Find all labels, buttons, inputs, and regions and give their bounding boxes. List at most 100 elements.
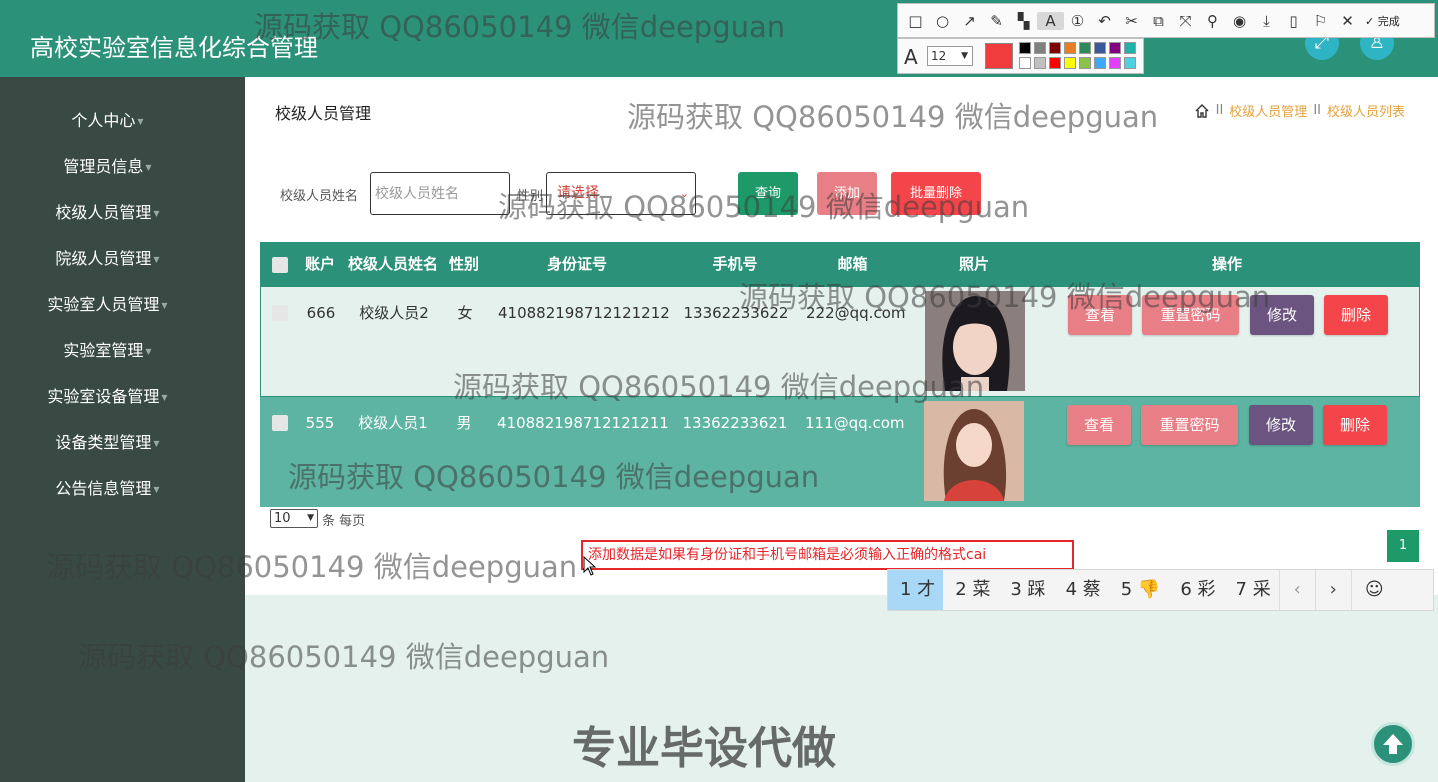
download-icon[interactable]: ⤓ — [1253, 12, 1280, 30]
color-swatch[interactable] — [1079, 57, 1091, 69]
color-swatch[interactable] — [1094, 57, 1106, 69]
color-swatch[interactable] — [1034, 57, 1046, 69]
mosaic-tool-icon[interactable]: ▚ — [1010, 12, 1037, 30]
name-search-input[interactable] — [370, 172, 510, 215]
ime-candidate[interactable]: 5 👎 — [1109, 570, 1169, 610]
font-size-select[interactable]: 12 ▼ — [927, 46, 973, 66]
cell-gender: 女 — [457, 304, 473, 322]
phone-icon[interactable]: ▯ — [1280, 12, 1307, 30]
undo-icon[interactable]: ↶ — [1091, 12, 1118, 30]
sidebar-item-announcements[interactable]: 公告信息管理 ▼ — [0, 474, 215, 504]
column-header-actions: 操作 — [1211, 255, 1242, 273]
query-button[interactable]: 查询 — [738, 172, 798, 215]
column-header-phone[interactable]: 手机号 — [680, 242, 790, 287]
delete-button[interactable]: 删除 — [1324, 295, 1388, 335]
ime-candidate[interactable]: 2 菜 — [943, 570, 998, 610]
breadcrumb-item-staff-list[interactable]: 校级人员列表 — [1327, 101, 1405, 120]
batch-delete-button[interactable]: 批量删除 — [891, 172, 981, 215]
edit-button[interactable]: 修改 — [1249, 405, 1313, 445]
color-swatch[interactable] — [1034, 42, 1046, 54]
sidebar-item-label: 公告信息管理 — [55, 479, 152, 498]
reset-password-button[interactable]: 重置密码 — [1142, 295, 1239, 335]
pen-tool-icon[interactable]: ✎ — [983, 12, 1010, 30]
arrow-tool-icon[interactable]: ↗ — [956, 12, 983, 30]
color-swatch[interactable] — [1049, 57, 1061, 69]
breadcrumb-item-staff-management[interactable]: 校级人员管理 — [1229, 101, 1307, 120]
sidebar-item-school-staff[interactable]: 校级人员管理 ▼ — [0, 198, 215, 228]
chevron-down-icon: ⌄ — [679, 187, 689, 200]
current-color-swatch[interactable] — [985, 43, 1013, 69]
bookmark-icon[interactable]: ⚐ — [1307, 12, 1334, 30]
color-swatch[interactable] — [1019, 57, 1031, 69]
caret-down-icon: ▼ — [153, 438, 160, 448]
color-swatch[interactable] — [1094, 42, 1106, 54]
color-swatch[interactable] — [1109, 42, 1121, 54]
color-swatch[interactable] — [1019, 42, 1031, 54]
text-tool-icon[interactable]: A — [1037, 11, 1064, 30]
ime-candidate[interactable]: 1 才 — [888, 570, 944, 610]
sidebar-item-label: 管理员信息 — [63, 157, 144, 176]
ime-candidate[interactable]: 4 蔡 — [1054, 570, 1109, 610]
sidebar-item-lab-staff[interactable]: 实验室人员管理 ▼ — [0, 290, 215, 320]
row-checkbox[interactable] — [272, 305, 288, 321]
color-swatch[interactable] — [1064, 42, 1076, 54]
ime-candidate[interactable]: 3 踩 — [998, 570, 1053, 610]
color-swatch[interactable] — [1124, 57, 1136, 69]
color-swatch[interactable] — [1109, 57, 1121, 69]
cell-phone: 13362233621 — [682, 414, 788, 432]
delete-button[interactable]: 删除 — [1323, 405, 1387, 445]
sidebar-item-label: 校级人员管理 — [55, 203, 152, 222]
ime-prev-page-icon[interactable]: ‹ — [1278, 570, 1315, 610]
edit-button[interactable]: 修改 — [1250, 295, 1314, 335]
view-button[interactable]: 查看 — [1068, 295, 1132, 335]
rectangle-tool-icon[interactable]: □ — [902, 12, 929, 30]
color-swatch[interactable] — [1079, 42, 1091, 54]
ime-emoji-icon[interactable]: ☺ — [1350, 570, 1397, 610]
column-header-email[interactable]: 邮箱 — [805, 242, 900, 287]
sidebar-item-label: 院级人员管理 — [55, 249, 152, 268]
cut-icon[interactable]: ✂ — [1118, 12, 1145, 30]
sidebar-item-college-staff[interactable]: 院级人员管理 ▼ — [0, 244, 215, 274]
gender-select[interactable]: 请选择 ⌄ — [546, 172, 696, 215]
sidebar: 个人中心 ▼ 管理员信息 ▼ 校级人员管理 ▼ 院级人员管理 ▼ 实验室人员管理 ▼ 实验… — [0, 77, 245, 782]
pin-icon[interactable]: ⚲ — [1199, 12, 1226, 30]
home-icon[interactable] — [1194, 103, 1210, 119]
close-icon[interactable]: ✕ — [1334, 12, 1361, 30]
expand-icon[interactable]: ⤧ — [1172, 12, 1199, 30]
ime-next-page-icon[interactable]: › — [1314, 570, 1351, 610]
cell-email: 222@qq.com — [806, 304, 906, 322]
ime-candidate[interactable]: 6 彩 — [1168, 570, 1223, 610]
ime-candidate[interactable]: 7 采 — [1224, 570, 1279, 610]
done-button[interactable]: ✓ 完成 — [1365, 13, 1400, 29]
column-header-name[interactable]: 校级人员姓名 — [344, 242, 442, 287]
column-header-gender[interactable]: 性别 — [446, 242, 482, 287]
sidebar-item-lab-equipment[interactable]: 实验室设备管理 ▼ — [0, 382, 215, 412]
sidebar-item-lab[interactable]: 实验室管理 ▼ — [0, 336, 215, 366]
sidebar-item-admin-info[interactable]: 管理员信息 ▼ — [0, 152, 215, 182]
color-swatch[interactable] — [1124, 42, 1136, 54]
arrow-up-icon — [1383, 734, 1403, 754]
breadcrumb: II 校级人员管理 II 校级人员列表 — [1194, 101, 1405, 120]
color-swatch[interactable] — [1049, 42, 1061, 54]
column-header-id-card[interactable]: 身份证号 — [497, 242, 657, 287]
caret-down-icon: ▼ — [153, 208, 160, 218]
reset-password-button[interactable]: 重置密码 — [1141, 405, 1238, 445]
ellipse-tool-icon[interactable]: ○ — [929, 12, 956, 30]
row-checkbox[interactable] — [272, 415, 288, 431]
gender-label: 性别 — [517, 189, 544, 204]
number-tool-icon[interactable]: ① — [1064, 12, 1091, 30]
page-number-button[interactable]: 1 — [1387, 530, 1419, 562]
view-button[interactable]: 查看 — [1067, 405, 1131, 445]
pin-image-icon[interactable]: ⧉ — [1145, 12, 1172, 30]
select-all-checkbox[interactable] — [272, 257, 288, 273]
record-icon[interactable]: ◉ — [1226, 12, 1253, 30]
column-header-account[interactable]: 账户 — [302, 242, 338, 287]
add-button[interactable]: 添加 — [817, 172, 877, 215]
sidebar-item-personal-center[interactable]: 个人中心 ▼ — [0, 106, 215, 136]
page-size-select[interactable]: 10 ▼ — [270, 509, 318, 528]
annotation-text-box[interactable]: 添加数据是如果有身份证和手机号邮箱是必须输入正确的格式cai — [581, 540, 1074, 570]
scroll-to-top-button[interactable] — [1371, 722, 1415, 766]
chevron-down-icon: ▼ — [961, 51, 968, 61]
color-swatch[interactable] — [1064, 57, 1076, 69]
sidebar-item-equipment-type[interactable]: 设备类型管理 ▼ — [0, 428, 215, 458]
